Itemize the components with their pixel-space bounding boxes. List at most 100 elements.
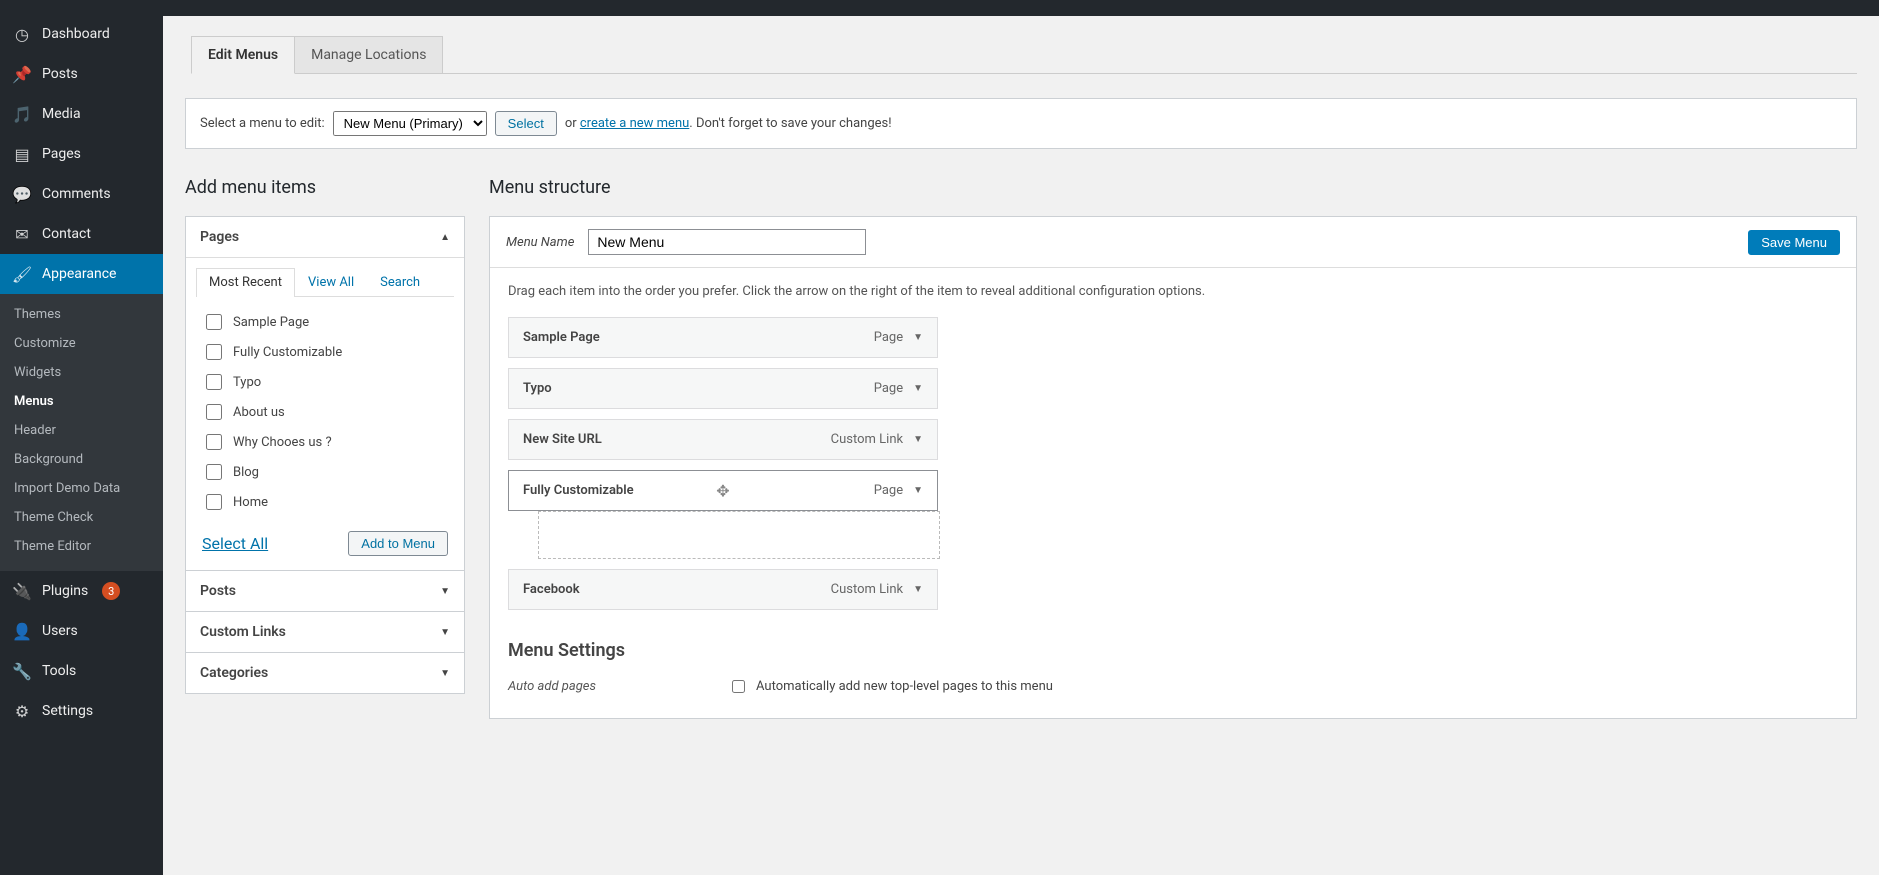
page-checkbox-row[interactable]: Why Chooes us ?	[200, 427, 450, 457]
sub-import[interactable]: Import Demo Data	[0, 474, 163, 503]
page-checkbox-row[interactable]: Fully Customizable	[200, 337, 450, 367]
dashboard-icon: ◷	[12, 24, 32, 44]
sub-header[interactable]: Header	[0, 416, 163, 445]
structure-heading: Menu structure	[489, 177, 1857, 198]
nav-posts[interactable]: 📌 Posts	[0, 54, 163, 94]
panel-posts-head[interactable]: Posts ▼	[186, 571, 464, 611]
menu-name-input[interactable]	[588, 229, 866, 255]
nav-contact[interactable]: ✉Contact	[0, 214, 163, 254]
admin-sidebar: ◷ Dashboard 📌 Posts 🎵Media ▤ Pages 💬Comment…	[0, 14, 163, 875]
pin-icon: 📌	[12, 64, 32, 84]
user-icon: 👤	[12, 621, 32, 641]
drop-placeholder	[538, 511, 940, 559]
nav-label: Users	[42, 623, 78, 639]
menu-name-label: Menu Name	[506, 235, 574, 250]
sub-widgets[interactable]: Widgets	[0, 358, 163, 387]
nav-users[interactable]: 👤 Users	[0, 611, 163, 651]
sub-themeeditor[interactable]: Theme Editor	[0, 532, 163, 561]
add-to-menu-button[interactable]: Add to Menu	[348, 531, 448, 556]
page-checkbox[interactable]	[206, 344, 222, 360]
sub-customize[interactable]: Customize	[0, 329, 163, 358]
page-checkbox[interactable]	[206, 464, 222, 480]
page-checkbox-row[interactable]: Home	[200, 487, 450, 517]
create-menu-link[interactable]: create a new menu	[580, 116, 689, 131]
move-icon: ✥	[716, 481, 729, 500]
save-menu-button[interactable]: Save Menu	[1748, 230, 1840, 255]
media-icon: 🎵	[12, 104, 32, 124]
nav-comments[interactable]: 💬Comments	[0, 174, 163, 214]
page-checkbox[interactable]	[206, 374, 222, 390]
caret-down-icon: ▼	[440, 586, 450, 597]
select-all-link[interactable]: Select All	[202, 534, 268, 553]
panel-pages-title: Pages	[200, 229, 239, 245]
tab-manage-locations[interactable]: Manage Locations	[294, 36, 443, 73]
auto-add-checkbox[interactable]	[732, 680, 745, 693]
panel-pages-head[interactable]: Pages ▲	[186, 217, 464, 257]
subtab-recent[interactable]: Most Recent	[196, 268, 295, 297]
nav-label: Appearance	[42, 266, 116, 282]
nav-label: Pages	[42, 146, 81, 162]
pages-subtabs: Most Recent View All Search	[196, 268, 454, 297]
menu-item[interactable]: Facebook Custom Link▼	[508, 569, 938, 610]
nav-settings[interactable]: ⚙Settings	[0, 691, 163, 731]
page-checkbox-row[interactable]: About us	[200, 397, 450, 427]
panel-title: Categories	[200, 665, 268, 681]
page-checkbox[interactable]	[206, 434, 222, 450]
select-menu-button[interactable]: Select	[495, 111, 557, 136]
pages-checklist: Sample Page Fully Customizable Typo Abou…	[196, 297, 454, 521]
menu-select[interactable]: New Menu (Primary)	[333, 111, 487, 136]
tab-edit-menus[interactable]: Edit Menus	[191, 36, 295, 74]
drag-instructions: Drag each item into the order you prefer…	[508, 284, 1838, 299]
caret-up-icon: ▲	[440, 232, 450, 243]
menu-item[interactable]: New Site URL Custom Link▼	[508, 419, 938, 460]
page-checkbox[interactable]	[206, 314, 222, 330]
menu-item-dragging[interactable]: Fully Customizable ✥ Page▼	[508, 470, 938, 511]
caret-down-icon[interactable]: ▼	[913, 332, 923, 343]
picker-or: or create a new menu. Don't forget to sa…	[565, 116, 892, 131]
nav-pages[interactable]: ▤ Pages	[0, 134, 163, 174]
nav-label: Comments	[42, 186, 111, 202]
panel-title: Custom Links	[200, 624, 286, 640]
panel-title: Posts	[200, 583, 236, 599]
page-checkbox-row[interactable]: Sample Page	[200, 307, 450, 337]
menu-structure-box: Menu Name Save Menu Drag each item into …	[489, 216, 1857, 719]
panel-customlinks-head[interactable]: Custom Links ▼	[186, 612, 464, 652]
caret-down-icon[interactable]: ▼	[913, 584, 923, 595]
page-checkbox-row[interactable]: Blog	[200, 457, 450, 487]
plugin-icon: 🔌	[12, 581, 32, 601]
pages-icon: ▤	[12, 144, 32, 164]
nav-label: Dashboard	[42, 26, 110, 42]
page-checkbox-row[interactable]: Typo	[200, 367, 450, 397]
sub-themes[interactable]: Themes	[0, 300, 163, 329]
caret-down-icon[interactable]: ▼	[913, 485, 923, 496]
caret-down-icon: ▼	[440, 668, 450, 679]
sub-themecheck[interactable]: Theme Check	[0, 503, 163, 532]
auto-add-checkbox-row[interactable]: Automatically add new top-level pages to…	[728, 677, 1053, 696]
panel-categories-head[interactable]: Categories ▼	[186, 653, 464, 693]
auto-add-label: Auto add pages	[508, 679, 698, 694]
sub-background[interactable]: Background	[0, 445, 163, 474]
subtab-viewall[interactable]: View All	[295, 268, 367, 296]
caret-down-icon[interactable]: ▼	[913, 434, 923, 445]
nav-label: Contact	[42, 226, 91, 242]
nav-label: Settings	[42, 703, 93, 719]
caret-down-icon: ▼	[440, 627, 450, 638]
sub-menus[interactable]: Menus	[0, 387, 163, 416]
page-checkbox[interactable]	[206, 404, 222, 420]
menu-picker-bar: Select a menu to edit: New Menu (Primary…	[185, 98, 1857, 149]
menu-settings-heading: Menu Settings	[508, 640, 1838, 661]
caret-down-icon[interactable]: ▼	[913, 383, 923, 394]
nav-dashboard[interactable]: ◷ Dashboard	[0, 14, 163, 54]
nav-plugins[interactable]: 🔌Plugins3	[0, 571, 163, 611]
nav-label: Tools	[42, 663, 76, 679]
menu-item[interactable]: Sample Page Page▼	[508, 317, 938, 358]
subtab-search[interactable]: Search	[367, 268, 433, 296]
nav-tools[interactable]: 🔧 Tools	[0, 651, 163, 691]
nav-label: Posts	[42, 66, 78, 82]
nav-media[interactable]: 🎵Media	[0, 94, 163, 134]
nav-appearance[interactable]: 🖌Appearance	[0, 254, 163, 294]
picker-label: Select a menu to edit:	[200, 116, 325, 131]
page-checkbox[interactable]	[206, 494, 222, 510]
menu-item[interactable]: Typo Page▼	[508, 368, 938, 409]
wrench-icon: 🔧	[12, 661, 32, 681]
